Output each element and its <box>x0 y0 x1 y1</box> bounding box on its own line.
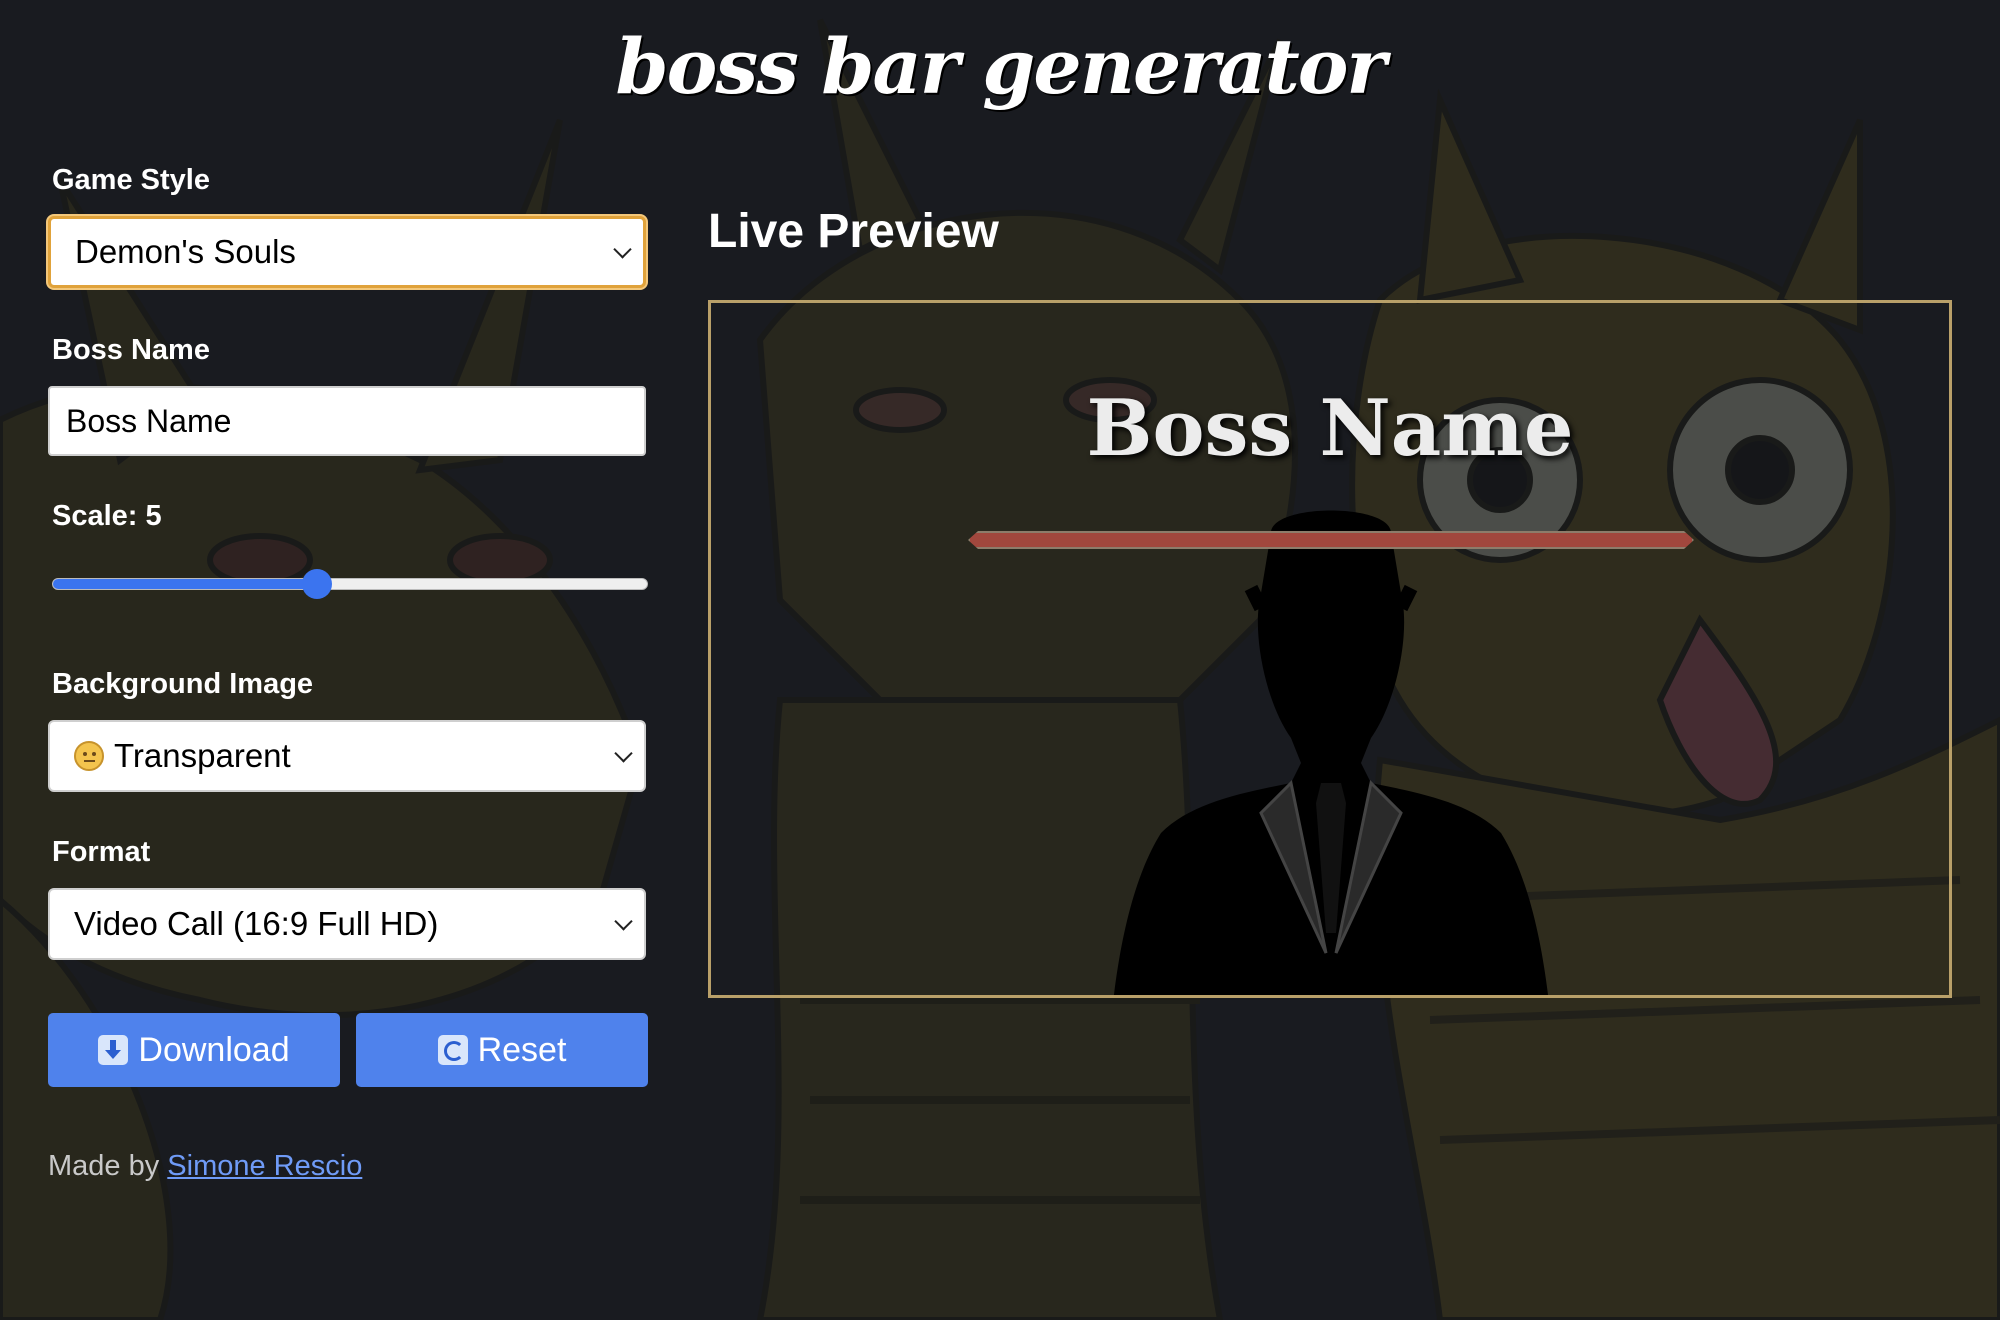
game-style-value: Demon's Souls <box>75 233 296 270</box>
background-image-value: Transparent <box>114 737 291 774</box>
scale-slider-fill <box>53 579 317 589</box>
game-style-label: Game Style <box>52 164 210 196</box>
reset-icon <box>437 1035 468 1065</box>
background-image-select[interactable]: Transparent <box>48 720 646 792</box>
format-label: Format <box>52 836 151 868</box>
footer-credit: Made by Simone Rescio <box>48 1150 362 1183</box>
chevron-down-icon <box>613 240 632 259</box>
preview-boss-name: Boss Name <box>1086 383 1574 474</box>
download-button[interactable]: Download <box>48 1013 340 1087</box>
reset-button[interactable]: Reset <box>356 1013 648 1087</box>
preview-canvas: Boss Name <box>708 300 1952 998</box>
download-button-label: Download <box>138 1030 290 1069</box>
scale-label: Scale: 5 <box>52 500 162 532</box>
chevron-down-icon <box>614 744 633 763</box>
scale-slider-thumb[interactable] <box>301 569 332 599</box>
scale-slider[interactable] <box>52 569 648 599</box>
neutral-face-emoji-icon <box>74 741 104 771</box>
footer-prefix: Made by <box>48 1150 168 1182</box>
game-style-select[interactable]: Demon's Souls <box>48 216 646 288</box>
reset-button-label: Reset <box>477 1030 567 1069</box>
boss-name-input[interactable] <box>48 386 646 456</box>
person-silhouette-image <box>1113 510 1549 995</box>
app-title: boss bar generator <box>615 22 1387 111</box>
live-preview-heading: Live Preview <box>708 205 999 258</box>
background-image-label: Background Image <box>52 668 314 700</box>
author-link[interactable]: Simone Rescio <box>167 1150 362 1182</box>
boss-name-label: Boss Name <box>52 334 210 366</box>
format-value: Video Call (16:9 Full HD) <box>74 905 439 942</box>
down-arrow-icon <box>98 1035 129 1065</box>
format-select[interactable]: Video Call (16:9 Full HD) <box>48 888 646 960</box>
chevron-down-icon <box>614 912 633 931</box>
boss-health-bar <box>968 531 1694 549</box>
